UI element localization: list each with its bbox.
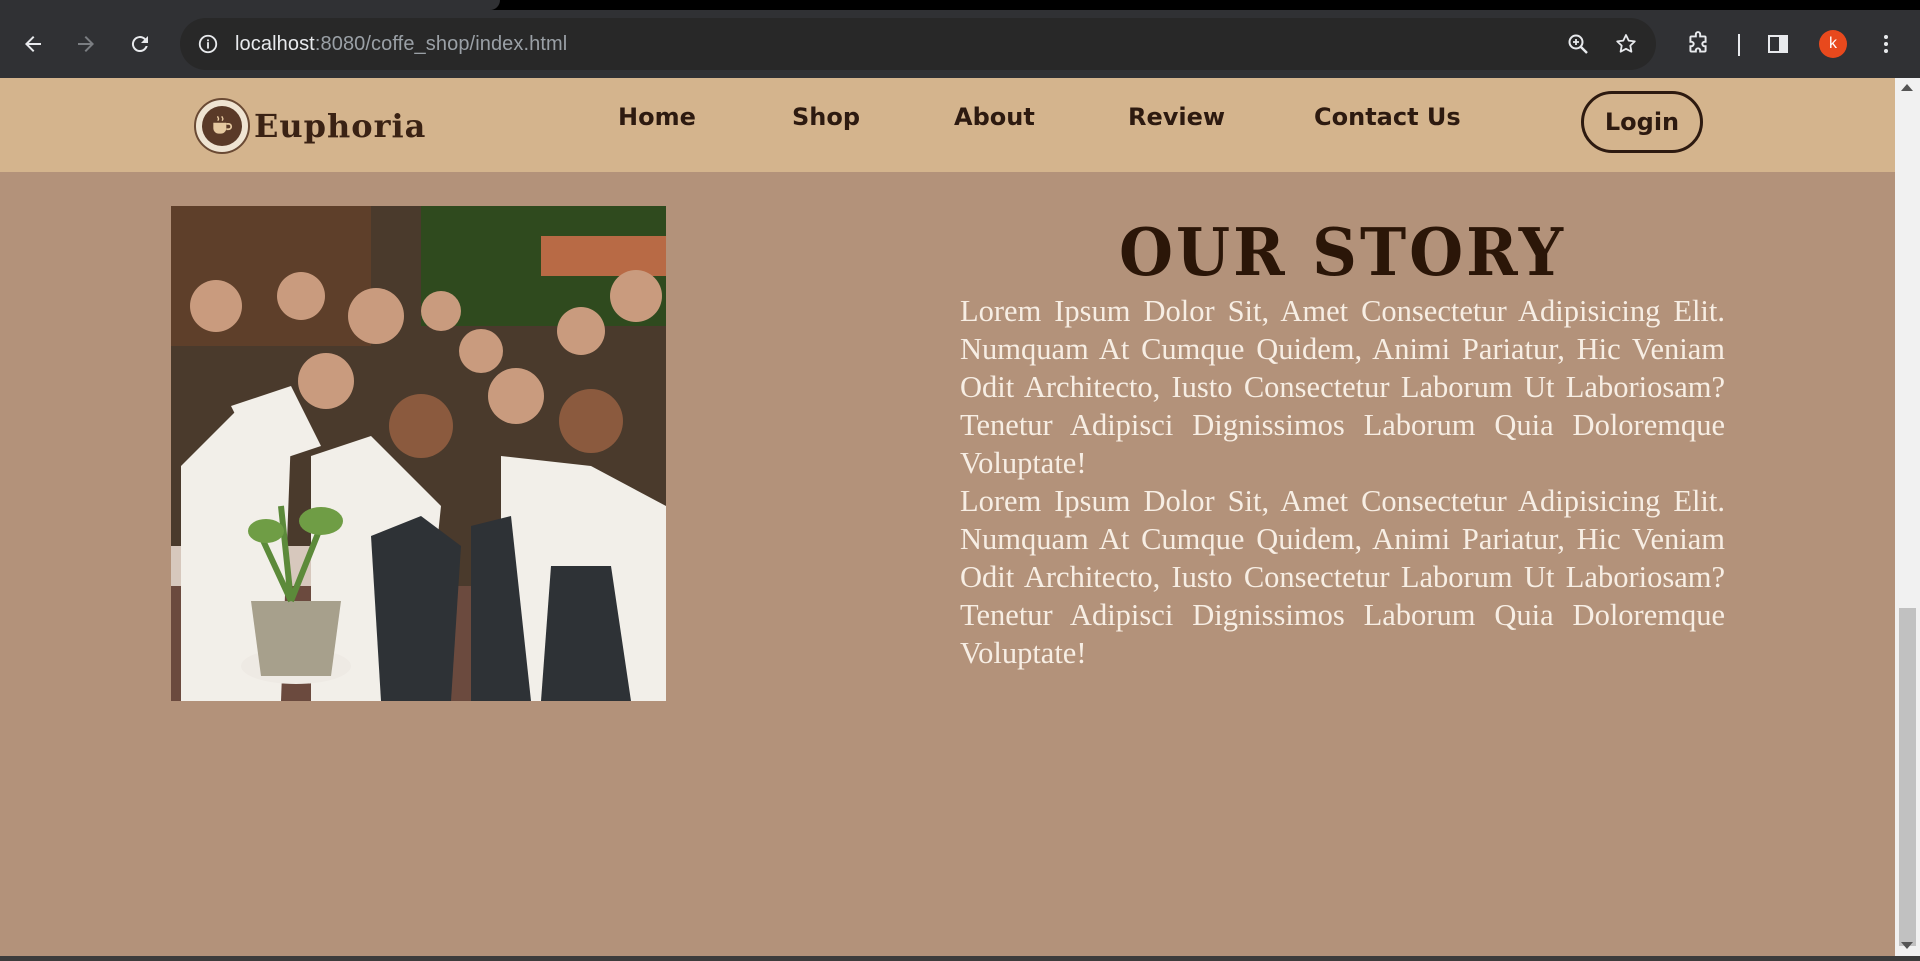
toolbar-divider <box>1738 34 1740 56</box>
reload-icon <box>131 36 148 53</box>
site-header: Euphoria Home Shop About Review Contact … <box>0 78 1895 172</box>
url-text[interactable]: localhost:8080/coffe_shop/index.html <box>235 33 567 56</box>
nav-home[interactable]: Home <box>618 103 696 131</box>
site-logo[interactable]: Euphoria <box>194 98 426 154</box>
profile-avatar[interactable]: k <box>1819 30 1847 58</box>
browser-toolbar: localhost:8080/coffe_shop/index.html k <box>0 10 1920 78</box>
back-button[interactable] <box>13 24 53 64</box>
scroll-down-icon[interactable] <box>1901 942 1913 949</box>
team-photo <box>171 206 666 701</box>
url-path: :8080/coffe_shop/index.html <box>314 33 568 55</box>
story-text: Lorem Ipsum Dolor Sit, Amet Consectetur … <box>960 292 1725 672</box>
url-host: localhost <box>235 33 315 55</box>
scroll-up-icon[interactable] <box>1901 84 1913 91</box>
nav-contact-us[interactable]: Contact Us <box>1314 103 1461 131</box>
bottom-edge <box>0 956 1920 961</box>
forward-button[interactable] <box>66 24 106 64</box>
page-scrollbar[interactable] <box>1895 78 1920 956</box>
story-paragraph-2: Lorem Ipsum Dolor Sit, Amet Consectetur … <box>960 484 1725 670</box>
story-paragraph-1: Lorem Ipsum Dolor Sit, Amet Consectetur … <box>960 294 1725 480</box>
side-panel-icon[interactable] <box>1760 26 1796 62</box>
nav-about[interactable]: About <box>954 103 1035 131</box>
site-info-icon[interactable] <box>192 28 224 60</box>
forward-icon <box>78 36 94 52</box>
login-button[interactable]: Login <box>1581 91 1703 153</box>
bookmark-star-icon[interactable] <box>1610 28 1642 60</box>
coffee-cup-logo-icon <box>194 98 250 154</box>
active-tab[interactable] <box>0 0 500 10</box>
back-icon <box>25 36 41 52</box>
menu-dots-icon[interactable] <box>1868 26 1904 62</box>
nav-review[interactable]: Review <box>1128 103 1225 131</box>
page-viewport: Euphoria Home Shop About Review Contact … <box>0 78 1895 956</box>
story-title: OUR STORY <box>1119 214 1566 291</box>
scrollbar-thumb[interactable] <box>1899 608 1916 946</box>
nav-shop[interactable]: Shop <box>792 103 860 131</box>
address-bar[interactable]: localhost:8080/coffe_shop/index.html <box>180 18 1656 70</box>
extensions-icon[interactable] <box>1680 26 1716 62</box>
brand-name: Euphoria <box>254 107 427 145</box>
tab-strip <box>0 0 1920 10</box>
zoom-icon[interactable] <box>1562 28 1594 60</box>
reload-button[interactable] <box>120 24 160 64</box>
